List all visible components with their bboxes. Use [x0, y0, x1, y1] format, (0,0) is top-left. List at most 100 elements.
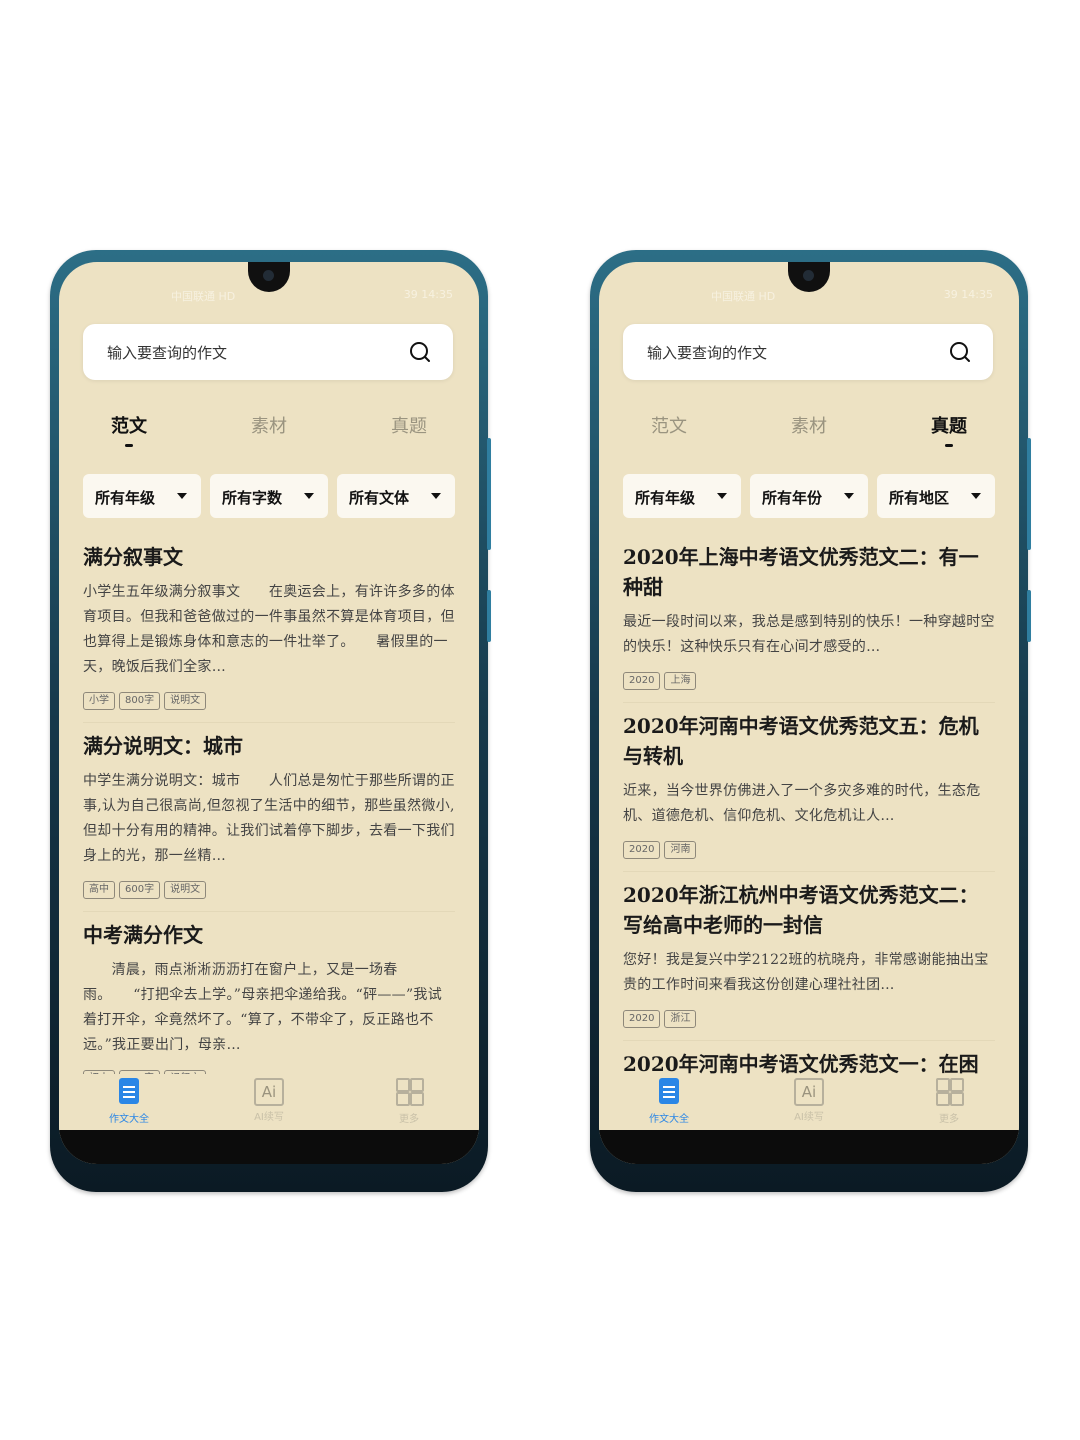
document-icon — [119, 1078, 139, 1104]
phone-right: 中国联通 HD 39 14:35 输入要查询的作文 范文 素材 真题 所有年级 … — [590, 250, 1031, 1192]
filter-grade-dropdown[interactable]: 所有年级 — [623, 474, 741, 518]
bottom-nav: 作文大全 Ai AI续写 更多 — [599, 1074, 1019, 1130]
tag-list: 高中 600字 说明文 — [83, 877, 455, 899]
app-screen: 中国联通 HD 39 14:35 输入要查询的作文 范文 素材 真题 所有年级 … — [59, 262, 479, 1164]
essay-title[interactable]: 中考满分作文 — [83, 920, 455, 950]
tab-zhenti[interactable]: 真题 — [349, 412, 469, 438]
essay-excerpt: 中学生满分说明文：城市 人们总是匆忙于那些所谓的正事,认为自己很高尚,但忽视了生… — [83, 773, 455, 864]
tag-list: 2020 河南 — [623, 837, 995, 859]
search-bar[interactable]: 输入要查询的作文 — [623, 324, 993, 380]
filter-bar: 所有年级 所有字数 所有文体 — [83, 474, 455, 518]
nav-label: 更多 — [399, 1114, 419, 1125]
status-bar: 中国联通 HD 39 14:35 — [599, 288, 1019, 304]
status-bar: 中国联通 HD 39 14:35 — [59, 288, 479, 304]
filter-label: 所有年级 — [635, 489, 696, 507]
nav-more[interactable]: 更多 — [339, 1078, 479, 1125]
essay-card[interactable]: 中考满分作文 清晨，雨点淅淅沥沥打在窗户上，又是一场春雨。 “打把伞去上学。”母… — [83, 912, 455, 1101]
tag: 上海 — [664, 672, 697, 690]
tag: 河南 — [664, 841, 697, 859]
filter-genre-dropdown[interactable]: 所有文体 — [337, 474, 455, 518]
grid-icon — [936, 1078, 964, 1106]
power-button[interactable] — [1027, 590, 1031, 642]
filter-label: 所有字数 — [222, 489, 283, 507]
tag: 高中 — [83, 881, 115, 899]
phone-bezel-bottom — [59, 1130, 479, 1164]
tab-zhenti[interactable]: 真题 — [889, 412, 1009, 447]
tag: 说明文 — [164, 692, 207, 710]
essay-card[interactable]: 2020年河南中考语文优秀范文五：危机与转机 近来，当今世界仿佛进入了一个多灾多… — [623, 703, 995, 872]
ai-icon: Ai — [794, 1078, 824, 1106]
active-tab-indicator — [945, 444, 953, 447]
essay-title[interactable]: 2020年河南中考语文优秀范文五：危机与转机 — [623, 711, 995, 771]
ai-icon: Ai — [254, 1078, 284, 1106]
category-tabs: 范文 素材 真题 — [59, 412, 479, 452]
essay-card[interactable]: 满分说明文：城市 中学生满分说明文：城市 人们总是匆忙于那些所谓的正事,认为自己… — [83, 723, 455, 912]
tab-sucai[interactable]: 素材 — [749, 412, 869, 438]
phone-left: 中国联通 HD 39 14:35 输入要查询的作文 范文 素材 真题 所有年级 … — [50, 250, 491, 1192]
app-screen: 中国联通 HD 39 14:35 输入要查询的作文 范文 素材 真题 所有年级 … — [599, 262, 1019, 1164]
filter-region-dropdown[interactable]: 所有地区 — [877, 474, 995, 518]
nav-label: AI续写 — [794, 1112, 824, 1123]
tab-label: 范文 — [651, 416, 687, 437]
filter-year-dropdown[interactable]: 所有年份 — [750, 474, 868, 518]
phone-bezel-bottom — [599, 1130, 1019, 1164]
dropdown-arrow-icon — [177, 493, 187, 499]
nav-label: AI续写 — [254, 1112, 284, 1123]
search-input[interactable]: 输入要查询的作文 — [107, 342, 227, 363]
tab-sucai[interactable]: 素材 — [209, 412, 329, 438]
search-bar[interactable]: 输入要查询的作文 — [83, 324, 453, 380]
volume-button[interactable] — [487, 438, 491, 550]
tab-label: 真题 — [391, 416, 427, 437]
essay-title[interactable]: 2020年浙江杭州中考语文优秀范文二：写给高中老师的一封信 — [623, 880, 995, 940]
battery-time-text: 39 14:35 — [403, 288, 453, 301]
nav-essays[interactable]: 作文大全 — [599, 1078, 739, 1125]
tag-list: 2020 上海 — [623, 668, 995, 690]
bottom-nav: 作文大全 Ai AI续写 更多 — [59, 1074, 479, 1130]
filter-bar: 所有年级 所有年份 所有地区 — [623, 474, 995, 518]
essay-excerpt: 清晨，雨点淅淅沥沥打在窗户上，又是一场春雨。 “打把伞去上学。”母亲把伞递给我。… — [83, 962, 443, 1053]
battery-time-text: 39 14:35 — [943, 288, 993, 301]
dropdown-arrow-icon — [304, 493, 314, 499]
tag: 600字 — [119, 881, 161, 899]
tag: 800字 — [119, 692, 161, 710]
category-tabs: 范文 素材 真题 — [599, 412, 1019, 452]
nav-label: 更多 — [939, 1114, 959, 1125]
tag-list: 小学 800字 说明文 — [83, 688, 455, 710]
nav-ai-writing[interactable]: Ai AI续写 — [739, 1078, 879, 1123]
carrier-text: 中国联通 HD — [711, 290, 776, 303]
nav-essays[interactable]: 作文大全 — [59, 1078, 199, 1125]
essay-card[interactable]: 2020年浙江杭州中考语文优秀范文二：写给高中老师的一封信 您好！我是复兴中学2… — [623, 872, 995, 1041]
search-icon[interactable] — [949, 341, 971, 363]
active-tab-indicator — [125, 444, 133, 447]
nav-ai-writing[interactable]: Ai AI续写 — [199, 1078, 339, 1123]
essay-excerpt: 您好！我是复兴中学2122班的杭晓舟，非常感谢能抽出宝贵的工作时间来看我这份创建… — [623, 952, 989, 993]
filter-label: 所有地区 — [889, 489, 950, 507]
search-input[interactable]: 输入要查询的作文 — [647, 342, 767, 363]
tag: 2020 — [623, 672, 661, 690]
dropdown-arrow-icon — [717, 493, 727, 499]
tag: 说明文 — [164, 881, 207, 899]
search-icon[interactable] — [409, 341, 431, 363]
tab-fanwen[interactable]: 范文 — [609, 412, 729, 438]
essay-card[interactable]: 满分叙事文 小学生五年级满分叙事文 在奥运会上，有许许多多的体育项目。但我和爸爸… — [83, 534, 455, 723]
essay-card[interactable]: 2020年上海中考语文优秀范文二：有一种甜 最近一段时间以来，我总是感到特别的快… — [623, 534, 995, 703]
essay-excerpt: 近来，当今世界仿佛进入了一个多灾多难的时代，生态危机、道德危机、信仰危机、文化危… — [623, 783, 981, 824]
tab-label: 素材 — [251, 416, 287, 437]
nav-more[interactable]: 更多 — [879, 1078, 1019, 1125]
essay-title[interactable]: 满分叙事文 — [83, 542, 455, 572]
filter-label: 所有年级 — [95, 489, 156, 507]
filter-grade-dropdown[interactable]: 所有年级 — [83, 474, 201, 518]
tag: 2020 — [623, 841, 661, 859]
tag: 2020 — [623, 1010, 661, 1028]
essay-title[interactable]: 2020年上海中考语文优秀范文二：有一种甜 — [623, 542, 995, 602]
dropdown-arrow-icon — [971, 493, 981, 499]
tab-fanwen[interactable]: 范文 — [69, 412, 189, 447]
exam-essay-list: 2020年上海中考语文优秀范文二：有一种甜 最近一段时间以来，我总是感到特别的快… — [623, 534, 995, 1112]
volume-button[interactable] — [1027, 438, 1031, 550]
filter-label: 所有年份 — [762, 489, 823, 507]
dropdown-arrow-icon — [844, 493, 854, 499]
tag: 小学 — [83, 692, 115, 710]
power-button[interactable] — [487, 590, 491, 642]
filter-wordcount-dropdown[interactable]: 所有字数 — [210, 474, 328, 518]
essay-title[interactable]: 满分说明文：城市 — [83, 731, 455, 761]
